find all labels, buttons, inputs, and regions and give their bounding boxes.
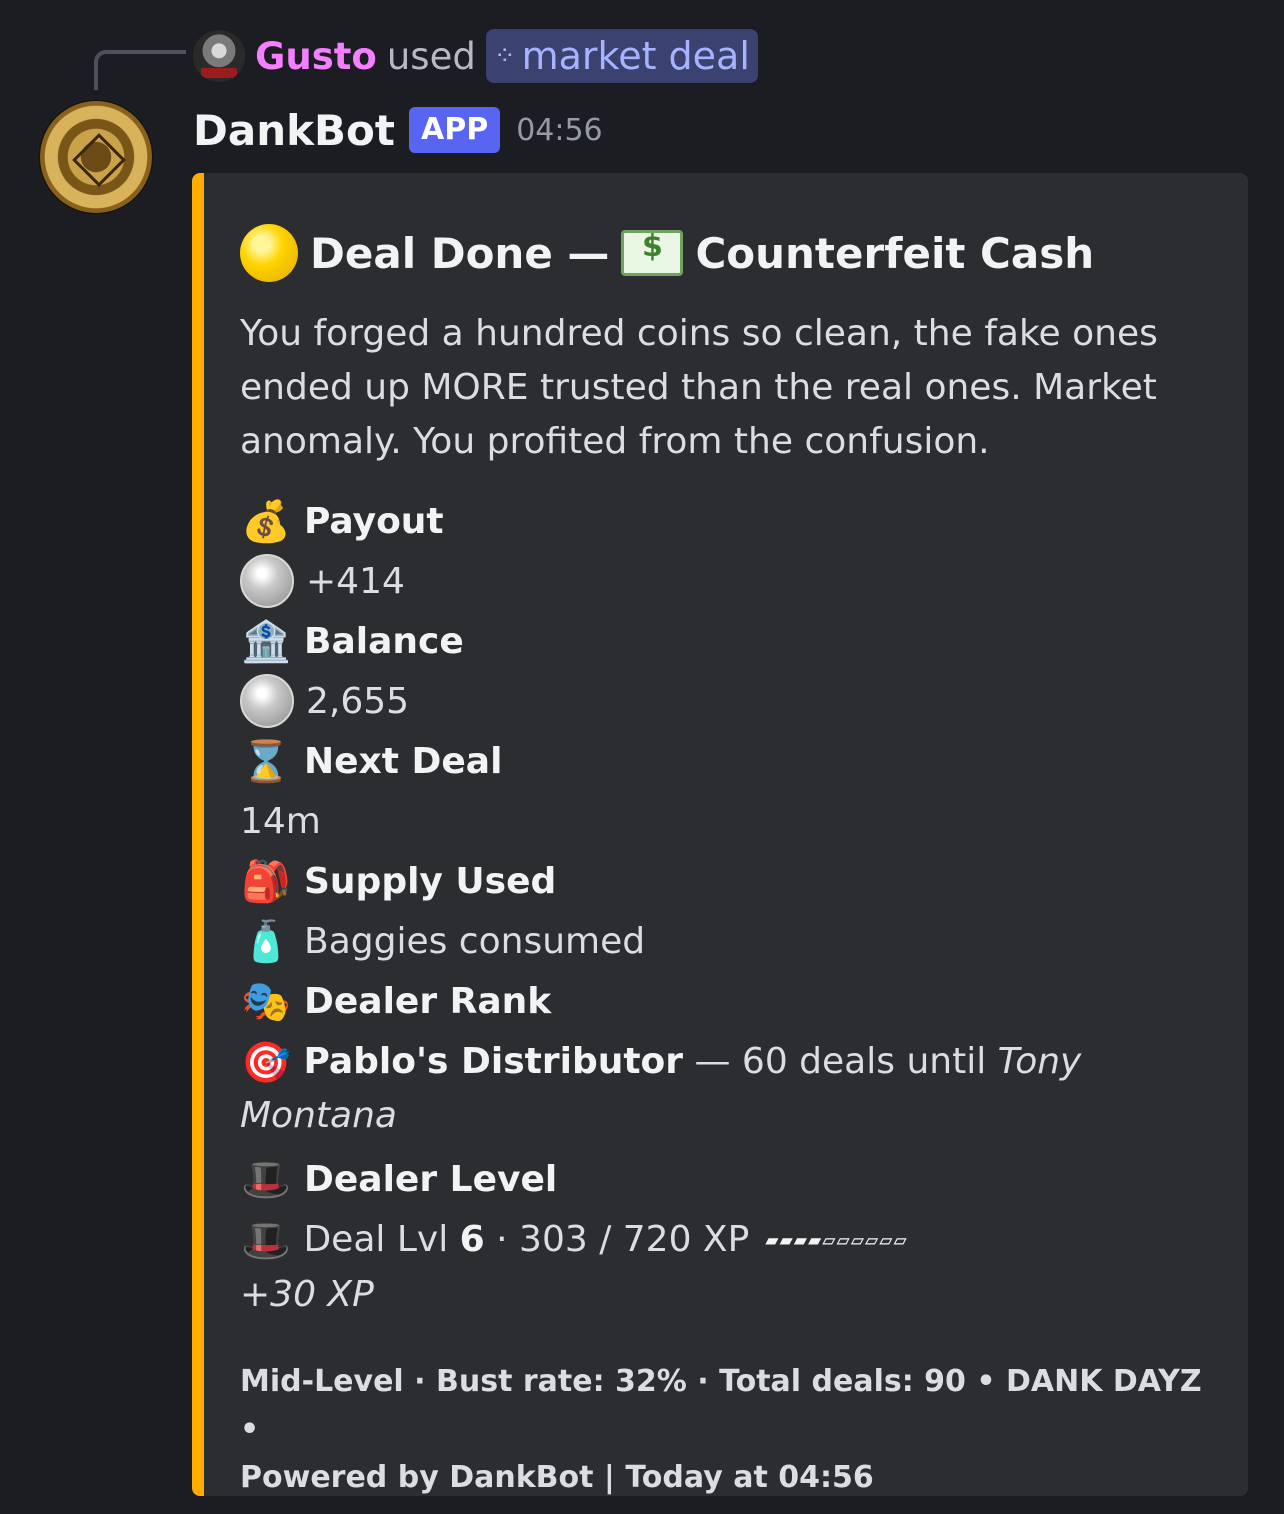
field-next-deal-name: ⌛ Next Deal (240, 731, 1208, 791)
supply-text: Baggies consumed (304, 920, 646, 962)
field-rank-value: 🎯 Pablo's Distributor — 60 deals until T… (240, 1031, 1208, 1149)
bot-avatar[interactable] (38, 99, 154, 215)
app-badge: APP (408, 107, 501, 153)
top-hat-icon: 🎩 (241, 1218, 291, 1264)
embed-footer: Mid-Level · Bust rate: 32% · Total deals… (240, 1358, 1208, 1496)
embed-description: You forged a hundred coins so clean, the… (240, 313, 1158, 462)
footer-line-1: Mid-Level · Bust rate: 32% · Total deals… (240, 1364, 1202, 1447)
bot-username[interactable]: DankBot (193, 106, 395, 155)
field-supply-value: 🧴 Baggies consumed (240, 911, 1208, 971)
embed-title-prefix: Deal Done — (310, 228, 610, 278)
field-level-name: 🎩 Dealer Level (240, 1149, 1208, 1209)
field-payout-name: 💰 Payout (240, 491, 1208, 551)
embed-title: Deal Done — Counterfeit Cash (240, 219, 1208, 287)
next-deal-time: 14m (240, 800, 321, 842)
money-bag-icon: 💰 (241, 498, 291, 545)
embed-accent-bar (192, 173, 204, 1496)
level-xp: · 303 / 720 XP (484, 1219, 750, 1260)
field-label: Supply Used (304, 860, 557, 902)
field-label: Dealer Level (304, 1158, 558, 1200)
replied-user-avatar[interactable] (193, 30, 245, 82)
theater-masks-icon: 🎭 (241, 978, 291, 1025)
hourglass-icon: ⌛ (241, 738, 291, 785)
xp-gain: +30 XP (240, 1274, 374, 1315)
message-header: DankBot APP 04:56 (193, 100, 603, 160)
apps-icon: ⁘ (493, 41, 516, 71)
reply-used-text: used (386, 34, 476, 78)
reply-connector (94, 50, 186, 90)
field-label: Next Deal (304, 740, 503, 782)
field-balance-value: 2,655 (240, 671, 1208, 731)
backpack-icon: 🎒 (241, 858, 291, 905)
embed-fields: 💰 Payout +414 🏦 Balance 2,655 ⌛ Next Dea… (240, 491, 1208, 1322)
rank-title: Pablo's Distributor (303, 1041, 684, 1082)
silver-coin-icon (240, 554, 294, 608)
field-label: Payout (304, 500, 444, 542)
footer-line-2: Powered by DankBot | Today at 04:56 (240, 1460, 874, 1495)
field-label: Dealer Rank (304, 980, 552, 1022)
command-name: market deal (521, 34, 750, 78)
target-icon: 🎯 (241, 1040, 291, 1086)
payout-amount: +414 (306, 560, 405, 602)
xp-progress-bar: ▰▰▰▰▱▱▱▱▱▱ (765, 1228, 908, 1253)
balance-amount: 2,655 (306, 680, 410, 722)
embed-title-suffix: Counterfeit Cash (695, 228, 1095, 278)
embed-card: Deal Done — Counterfeit Cash You forged … (192, 173, 1248, 1496)
field-balance-name: 🏦 Balance (240, 611, 1208, 671)
level-number: 6 (459, 1219, 485, 1260)
command-mention[interactable]: ⁘ market deal (485, 29, 758, 83)
field-label: Balance (304, 620, 464, 662)
field-rank-name: 🎭 Dealer Rank (240, 971, 1208, 1031)
field-payout-value: +414 (240, 551, 1208, 611)
bank-icon: 🏦 (241, 618, 291, 665)
message-timestamp[interactable]: 04:56 (516, 113, 602, 148)
yellow-circle-icon (240, 224, 298, 282)
reply-reference[interactable]: Gusto used ⁘ market deal (193, 28, 758, 84)
rank-separator: — 60 deals until (683, 1041, 998, 1082)
dollar-bill-icon (621, 229, 684, 276)
field-supply-name: 🎒 Supply Used (240, 851, 1208, 911)
level-prefix: Deal Lvl (303, 1219, 460, 1260)
field-next-deal-value: 14m (240, 791, 1208, 851)
replied-username[interactable]: Gusto (255, 35, 377, 78)
silver-coin-icon (240, 674, 294, 728)
lotion-bottle-icon: 🧴 (241, 918, 291, 965)
field-level-value: 🎩 Deal Lvl 6 · 303 / 720 XP ▰▰▰▰▱▱▱▱▱▱ +3… (240, 1209, 1208, 1322)
top-hat-icon: 🎩 (241, 1156, 291, 1203)
